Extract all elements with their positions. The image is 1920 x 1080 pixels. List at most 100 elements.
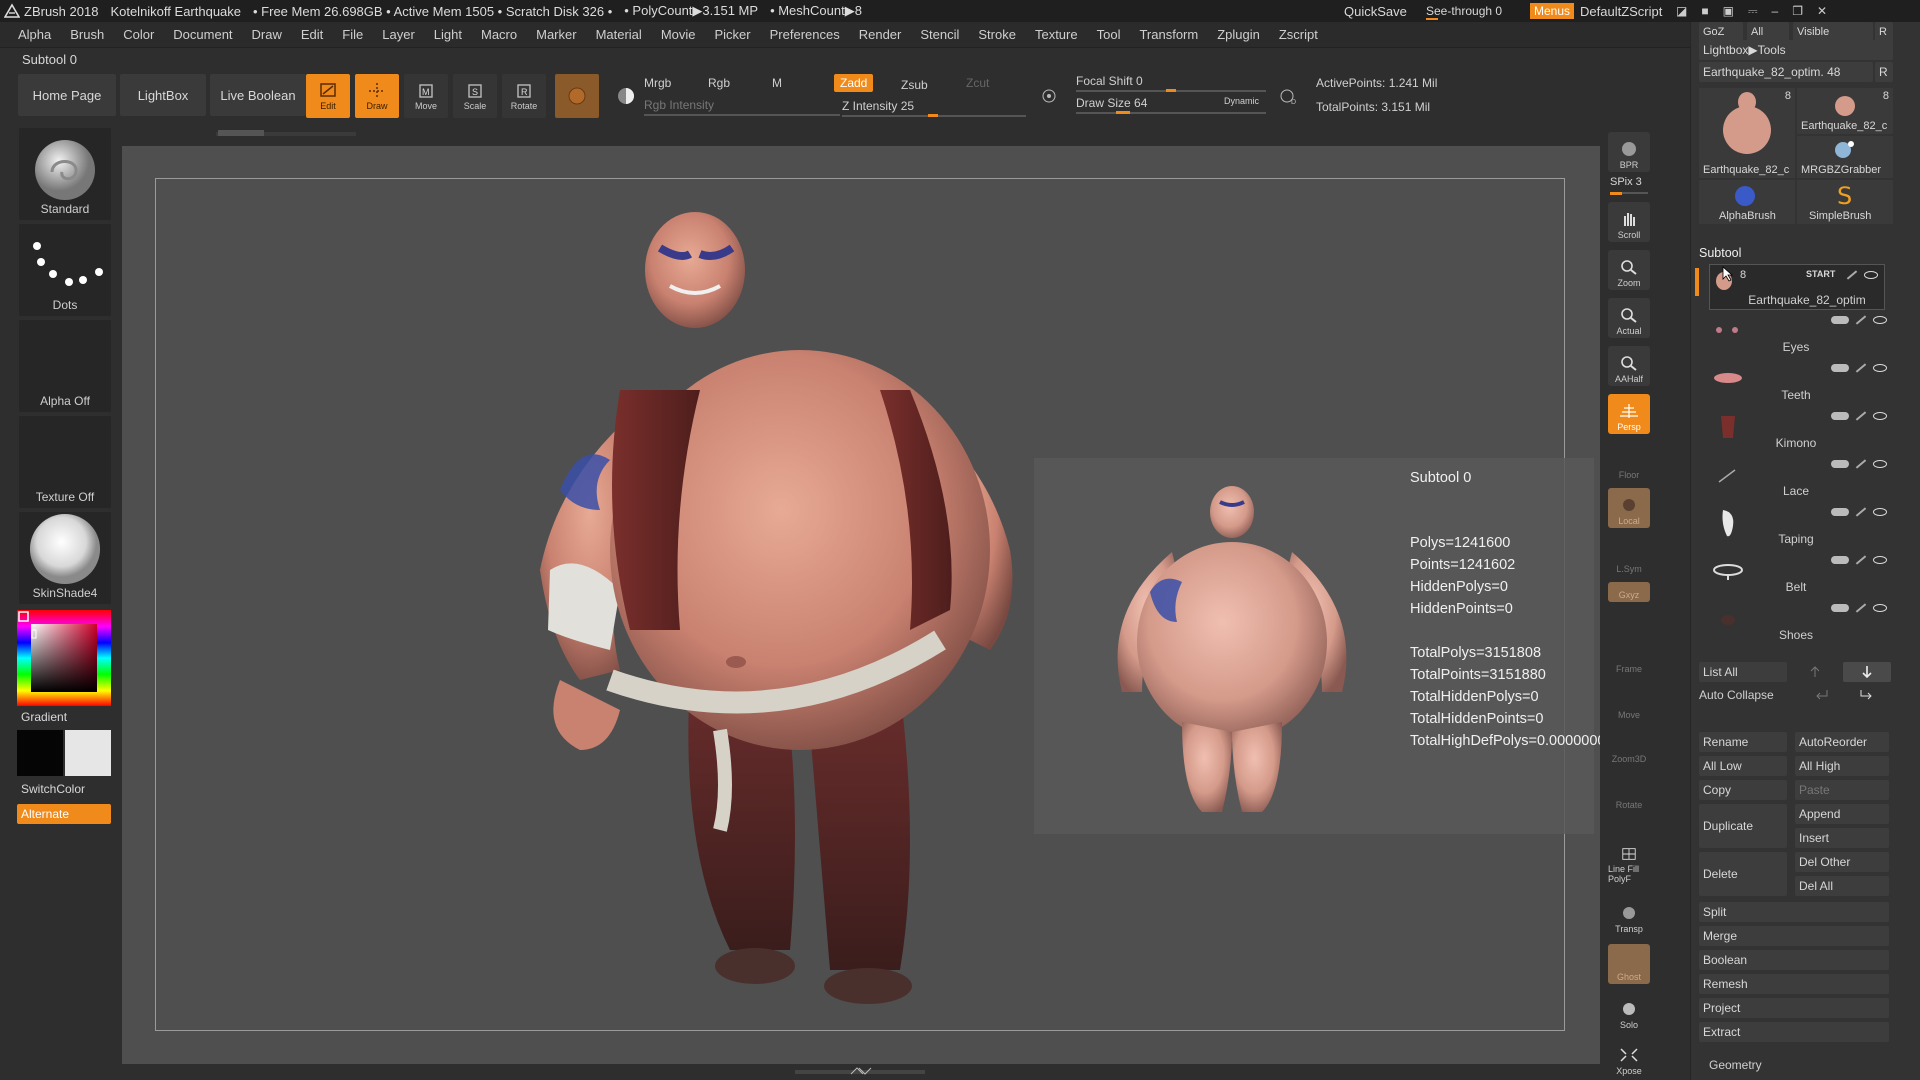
- menus-button[interactable]: Menus: [1530, 3, 1575, 19]
- restore-icon[interactable]: ❐: [1792, 4, 1803, 18]
- menu-material[interactable]: Material: [596, 27, 642, 42]
- subtool-toggle[interactable]: [1831, 460, 1849, 468]
- tool-thumb-1[interactable]: 8 Earthquake_82_c: [1699, 88, 1795, 178]
- menu-file[interactable]: File: [342, 27, 363, 42]
- visibility-eye-icon[interactable]: [1873, 508, 1887, 516]
- visibility-eye-icon[interactable]: [1873, 556, 1887, 564]
- project-menu[interactable]: Project: [1699, 998, 1889, 1018]
- menu-draw[interactable]: Draw: [252, 27, 282, 42]
- focal-shift-knob[interactable]: [1166, 89, 1176, 92]
- return-arrow-right-icon[interactable]: [1859, 688, 1873, 702]
- xpose-button[interactable]: Xpose: [1608, 1038, 1650, 1078]
- alternate-button[interactable]: Alternate: [17, 804, 111, 824]
- menu-texture[interactable]: Texture: [1035, 27, 1078, 42]
- texture-selector[interactable]: Texture Off: [19, 416, 111, 508]
- rename-button[interactable]: Rename: [1699, 732, 1787, 752]
- lsym-button[interactable]: L.Sym: [1608, 536, 1650, 576]
- switchcolor-button[interactable]: SwitchColor: [21, 782, 85, 796]
- move-up-arrow-icon[interactable]: [1809, 666, 1821, 678]
- focal-shift-slider[interactable]: Focal Shift 0: [1076, 74, 1143, 88]
- menu-marker[interactable]: Marker: [536, 27, 576, 42]
- tool-thumb-3[interactable]: MRGBZGrabber: [1797, 136, 1893, 178]
- z-intensity-knob[interactable]: [928, 114, 938, 117]
- menu-tool[interactable]: Tool: [1097, 27, 1121, 42]
- polypaint-icon[interactable]: [1855, 603, 1867, 613]
- subtool-toggle[interactable]: [1831, 364, 1849, 372]
- z-intensity-slider[interactable]: Z Intensity 25: [842, 99, 914, 113]
- default-zscript-button[interactable]: DefaultZScript: [1580, 4, 1662, 19]
- menu-movie[interactable]: Movie: [661, 27, 696, 42]
- polypaint-icon[interactable]: [1855, 315, 1867, 325]
- zsub-toggle[interactable]: Zsub: [901, 78, 928, 92]
- copy-button[interactable]: Copy: [1699, 780, 1787, 800]
- menu-document[interactable]: Document: [173, 27, 232, 42]
- seethrough-slider[interactable]: See-through 0: [1426, 4, 1502, 18]
- window-icon[interactable]: ▣: [1723, 4, 1734, 18]
- subtool-item-lace[interactable]: Lace: [1699, 456, 1893, 502]
- home-page-button[interactable]: Home Page: [18, 74, 116, 116]
- viewport-bottom-bar[interactable]: [122, 1064, 1600, 1080]
- transp-button[interactable]: Transp: [1608, 896, 1650, 936]
- material-selector[interactable]: SkinShade4: [19, 512, 111, 604]
- gradient-label[interactable]: Gradient: [21, 710, 67, 724]
- floor-button[interactable]: Floor: [1608, 442, 1650, 482]
- draw-size-slider[interactable]: Draw Size 64: [1076, 96, 1147, 110]
- polypaint-icon[interactable]: [1855, 363, 1867, 373]
- live-boolean-button[interactable]: Live Boolean: [210, 74, 306, 116]
- visibility-eye-icon[interactable]: [1873, 364, 1887, 372]
- delete-button[interactable]: Delete: [1699, 852, 1787, 896]
- geometry-menu[interactable]: Geometry: [1709, 1058, 1762, 1072]
- stroke-selector[interactable]: Dots: [19, 224, 111, 316]
- menu-stroke[interactable]: Stroke: [978, 27, 1016, 42]
- line-fill-polyf-button[interactable]: Line Fill PolyF: [1608, 846, 1650, 886]
- lightbox-button[interactable]: LightBox: [120, 74, 206, 116]
- remesh-menu[interactable]: Remesh: [1699, 974, 1889, 994]
- goz-r-button[interactable]: R: [1875, 22, 1893, 42]
- mrgb-toggle[interactable]: Mrgb: [644, 76, 671, 90]
- subtool-item-shoes[interactable]: Shoes: [1699, 600, 1893, 646]
- actual-button[interactable]: Actual: [1608, 298, 1650, 338]
- subtool-toggle[interactable]: [1831, 508, 1849, 516]
- append-button[interactable]: Append: [1795, 804, 1889, 824]
- menu-stencil[interactable]: Stencil: [920, 27, 959, 42]
- subtool-item-belt[interactable]: Belt: [1699, 552, 1893, 598]
- draw-size-knob[interactable]: [1116, 111, 1130, 114]
- subtool-item-teeth[interactable]: Teeth: [1699, 360, 1893, 406]
- rotate-mode-button[interactable]: R Rotate: [502, 74, 546, 118]
- bpr-button[interactable]: BPR: [1608, 132, 1650, 172]
- ghost-button[interactable]: Ghost: [1608, 944, 1650, 984]
- tool-thumb-2[interactable]: 8 Earthquake_82_c: [1797, 88, 1893, 134]
- rgb-toggle[interactable]: Rgb: [708, 76, 730, 90]
- menu-color[interactable]: Color: [123, 27, 154, 42]
- zcut-toggle[interactable]: Zcut: [966, 76, 989, 90]
- draw-size-dynamic-icon[interactable]: D: [1272, 74, 1302, 118]
- insert-button[interactable]: Insert: [1795, 828, 1889, 848]
- visibility-eye-icon[interactable]: [1873, 412, 1887, 420]
- polypaint-icon[interactable]: [1855, 459, 1867, 469]
- all-high-button[interactable]: All High: [1795, 756, 1889, 776]
- color-picker[interactable]: [17, 610, 111, 706]
- dynamic-toggle[interactable]: Dynamic: [1224, 96, 1259, 106]
- material-swatch-button[interactable]: [555, 74, 599, 118]
- focal-shift-icon[interactable]: [1034, 74, 1064, 118]
- lightbox-tools-button[interactable]: Lightbox▶Tools: [1699, 40, 1893, 60]
- goz-visible-button[interactable]: Visible: [1793, 22, 1873, 42]
- viewport-top-scrollbar[interactable]: [122, 126, 1600, 146]
- scale-mode-button[interactable]: S Scale: [453, 74, 497, 118]
- character-model-main[interactable]: [520, 210, 1080, 1010]
- polypaint-icon[interactable]: [1855, 507, 1867, 517]
- tool-thumb-5[interactable]: S SimpleBrush: [1797, 180, 1893, 224]
- menu-light[interactable]: Light: [434, 27, 462, 42]
- menu-zscript[interactable]: Zscript: [1279, 27, 1318, 42]
- gxyz-button[interactable]: Gxyz: [1608, 582, 1650, 602]
- paste-button[interactable]: Paste: [1795, 780, 1889, 800]
- edit-mode-button[interactable]: Edit: [306, 74, 350, 118]
- visibility-eye-icon[interactable]: [1873, 604, 1887, 612]
- return-arrow-icon[interactable]: [1815, 688, 1829, 702]
- alpha-selector[interactable]: Alpha Off: [19, 320, 111, 412]
- spix-slider[interactable]: SPix 3: [1610, 176, 1642, 188]
- layout-icon[interactable]: ◪: [1676, 4, 1687, 18]
- subtool-item-kimono[interactable]: Kimono: [1699, 408, 1893, 454]
- persp-button[interactable]: Persp: [1608, 394, 1650, 434]
- zoom-button[interactable]: Zoom: [1608, 250, 1650, 290]
